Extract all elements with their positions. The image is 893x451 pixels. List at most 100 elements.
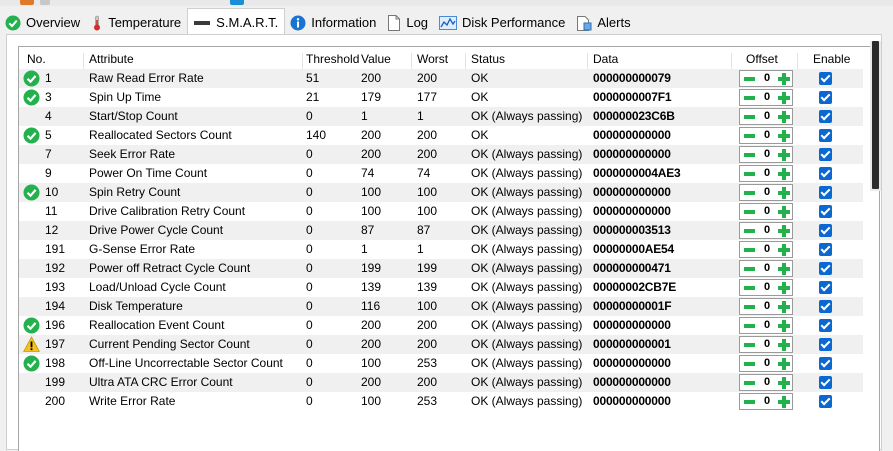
scrollbar-thumb[interactable]	[872, 41, 879, 189]
enable-checkbox[interactable]	[819, 72, 832, 85]
minus-icon[interactable]	[744, 229, 755, 233]
plus-icon[interactable]	[778, 377, 790, 389]
offset-stepper[interactable]: 0	[739, 374, 793, 391]
offset-value[interactable]: 0	[759, 223, 775, 238]
offset-value[interactable]: 0	[759, 318, 775, 333]
plus-icon[interactable]	[778, 320, 790, 332]
offset-value[interactable]: 0	[759, 356, 775, 371]
plus-icon[interactable]	[778, 130, 790, 142]
tab-temperature[interactable]: Temperature	[86, 10, 187, 35]
header-data[interactable]: Data	[593, 50, 618, 69]
table-row[interactable]: 198 Off-Line Uncorrectable Sector Count 0 1…	[19, 354, 863, 373]
minus-icon[interactable]	[744, 134, 755, 138]
plus-icon[interactable]	[778, 244, 790, 256]
plus-icon[interactable]	[778, 92, 790, 104]
offset-stepper[interactable]: 0	[739, 355, 793, 372]
tab-disk-performance[interactable]: Disk Performance	[434, 10, 571, 35]
minus-icon[interactable]	[744, 381, 755, 385]
plus-icon[interactable]	[778, 263, 790, 275]
minus-icon[interactable]	[744, 210, 755, 214]
minus-icon[interactable]	[744, 286, 755, 290]
plus-icon[interactable]	[778, 206, 790, 218]
table-row[interactable]: 1 Raw Read Error Rate 51 200 200 OK 0000000000…	[19, 69, 863, 88]
offset-stepper[interactable]: 0	[739, 89, 793, 106]
offset-value[interactable]: 0	[759, 166, 775, 181]
offset-value[interactable]: 0	[759, 204, 775, 219]
offset-value[interactable]: 0	[759, 71, 775, 86]
table-row[interactable]: 9 Power On Time Count 0 74 74 OK (Always pass…	[19, 164, 863, 183]
table-row[interactable]: 196 Reallocation Event Count 0 200 200 OK (Al…	[19, 316, 863, 335]
table-row[interactable]: 3 Spin Up Time 21 179 177 OK 0000000007F1 0	[19, 88, 863, 107]
table-row[interactable]: 12 Drive Power Cycle Count 0 87 87 OK (Always…	[19, 221, 863, 240]
enable-checkbox[interactable]	[819, 129, 832, 142]
plus-icon[interactable]	[778, 301, 790, 313]
minus-icon[interactable]	[744, 343, 755, 347]
table-row[interactable]: 191 G-Sense Error Rate 0 1 1 OK (Always passi…	[19, 240, 863, 259]
minus-icon[interactable]	[744, 191, 755, 195]
minus-icon[interactable]	[744, 77, 755, 81]
plus-icon[interactable]	[778, 225, 790, 237]
minus-icon[interactable]	[744, 362, 755, 366]
minus-icon[interactable]	[744, 115, 755, 119]
offset-value[interactable]: 0	[759, 147, 775, 162]
offset-stepper[interactable]: 0	[739, 241, 793, 258]
table-row[interactable]: 10 Spin Retry Count 0 100 100 OK (Always pass…	[19, 183, 863, 202]
tab-smart[interactable]: S.M.A.R.T.	[187, 8, 286, 36]
offset-stepper[interactable]: 0	[739, 127, 793, 144]
table-row[interactable]: 5 Reallocated Sectors Count 140 200 200 OK 000…	[19, 126, 863, 145]
table-row[interactable]: 194 Disk Temperature 0 116 100 OK (Always pas…	[19, 297, 863, 316]
enable-checkbox[interactable]	[819, 281, 832, 294]
table-row[interactable]: 192 Power off Retract Cycle Count 0 199 199 O…	[19, 259, 863, 278]
header-enable[interactable]: Enable	[813, 50, 850, 69]
plus-icon[interactable]	[778, 339, 790, 351]
header-attribute[interactable]: Attribute	[89, 50, 134, 69]
plus-icon[interactable]	[778, 396, 790, 408]
enable-checkbox[interactable]	[819, 395, 832, 408]
header-threshold[interactable]: Threshold	[306, 50, 359, 69]
offset-value[interactable]: 0	[759, 242, 775, 257]
offset-stepper[interactable]: 0	[739, 298, 793, 315]
header-status[interactable]: Status	[471, 50, 505, 69]
plus-icon[interactable]	[778, 149, 790, 161]
offset-value[interactable]: 0	[759, 90, 775, 105]
plus-icon[interactable]	[778, 73, 790, 85]
enable-checkbox[interactable]	[819, 205, 832, 218]
table-row[interactable]: 197 Current Pending Sector Count 0 200 200 OK…	[19, 335, 863, 354]
offset-stepper[interactable]: 0	[739, 222, 793, 239]
enable-checkbox[interactable]	[819, 167, 832, 180]
minus-icon[interactable]	[744, 248, 755, 252]
table-row[interactable]: 4 Start/Stop Count 0 1 1 OK (Always passing) 0…	[19, 107, 863, 126]
enable-checkbox[interactable]	[819, 186, 832, 199]
offset-stepper[interactable]: 0	[739, 108, 793, 125]
table-row[interactable]: 193 Load/Unload Cycle Count 0 139 139 OK (Alw…	[19, 278, 863, 297]
offset-value[interactable]: 0	[759, 109, 775, 124]
offset-value[interactable]: 0	[759, 261, 775, 276]
plus-icon[interactable]	[778, 168, 790, 180]
tab-information[interactable]: Information	[285, 10, 382, 35]
enable-checkbox[interactable]	[819, 243, 832, 256]
enable-checkbox[interactable]	[819, 110, 832, 123]
minus-icon[interactable]	[744, 172, 755, 176]
header-value[interactable]: Value	[361, 50, 391, 69]
minus-icon[interactable]	[744, 153, 755, 157]
offset-stepper[interactable]: 0	[739, 393, 793, 410]
header-no[interactable]: No.	[27, 50, 46, 69]
minus-icon[interactable]	[744, 96, 755, 100]
offset-value[interactable]: 0	[759, 128, 775, 143]
table-row[interactable]: 199 Ultra ATA CRC Error Count 0 200 200 OK (A…	[19, 373, 863, 392]
tab-alerts[interactable]: Alerts	[571, 10, 636, 35]
offset-stepper[interactable]: 0	[739, 336, 793, 353]
offset-value[interactable]: 0	[759, 280, 775, 295]
plus-icon[interactable]	[778, 111, 790, 123]
header-worst[interactable]: Worst	[417, 50, 448, 69]
tab-log[interactable]: Log	[382, 10, 434, 35]
offset-stepper[interactable]: 0	[739, 146, 793, 163]
offset-value[interactable]: 0	[759, 375, 775, 390]
offset-stepper[interactable]: 0	[739, 203, 793, 220]
minus-icon[interactable]	[744, 305, 755, 309]
enable-checkbox[interactable]	[819, 338, 832, 351]
offset-stepper[interactable]: 0	[739, 279, 793, 296]
plus-icon[interactable]	[778, 187, 790, 199]
offset-stepper[interactable]: 0	[739, 317, 793, 334]
minus-icon[interactable]	[744, 324, 755, 328]
